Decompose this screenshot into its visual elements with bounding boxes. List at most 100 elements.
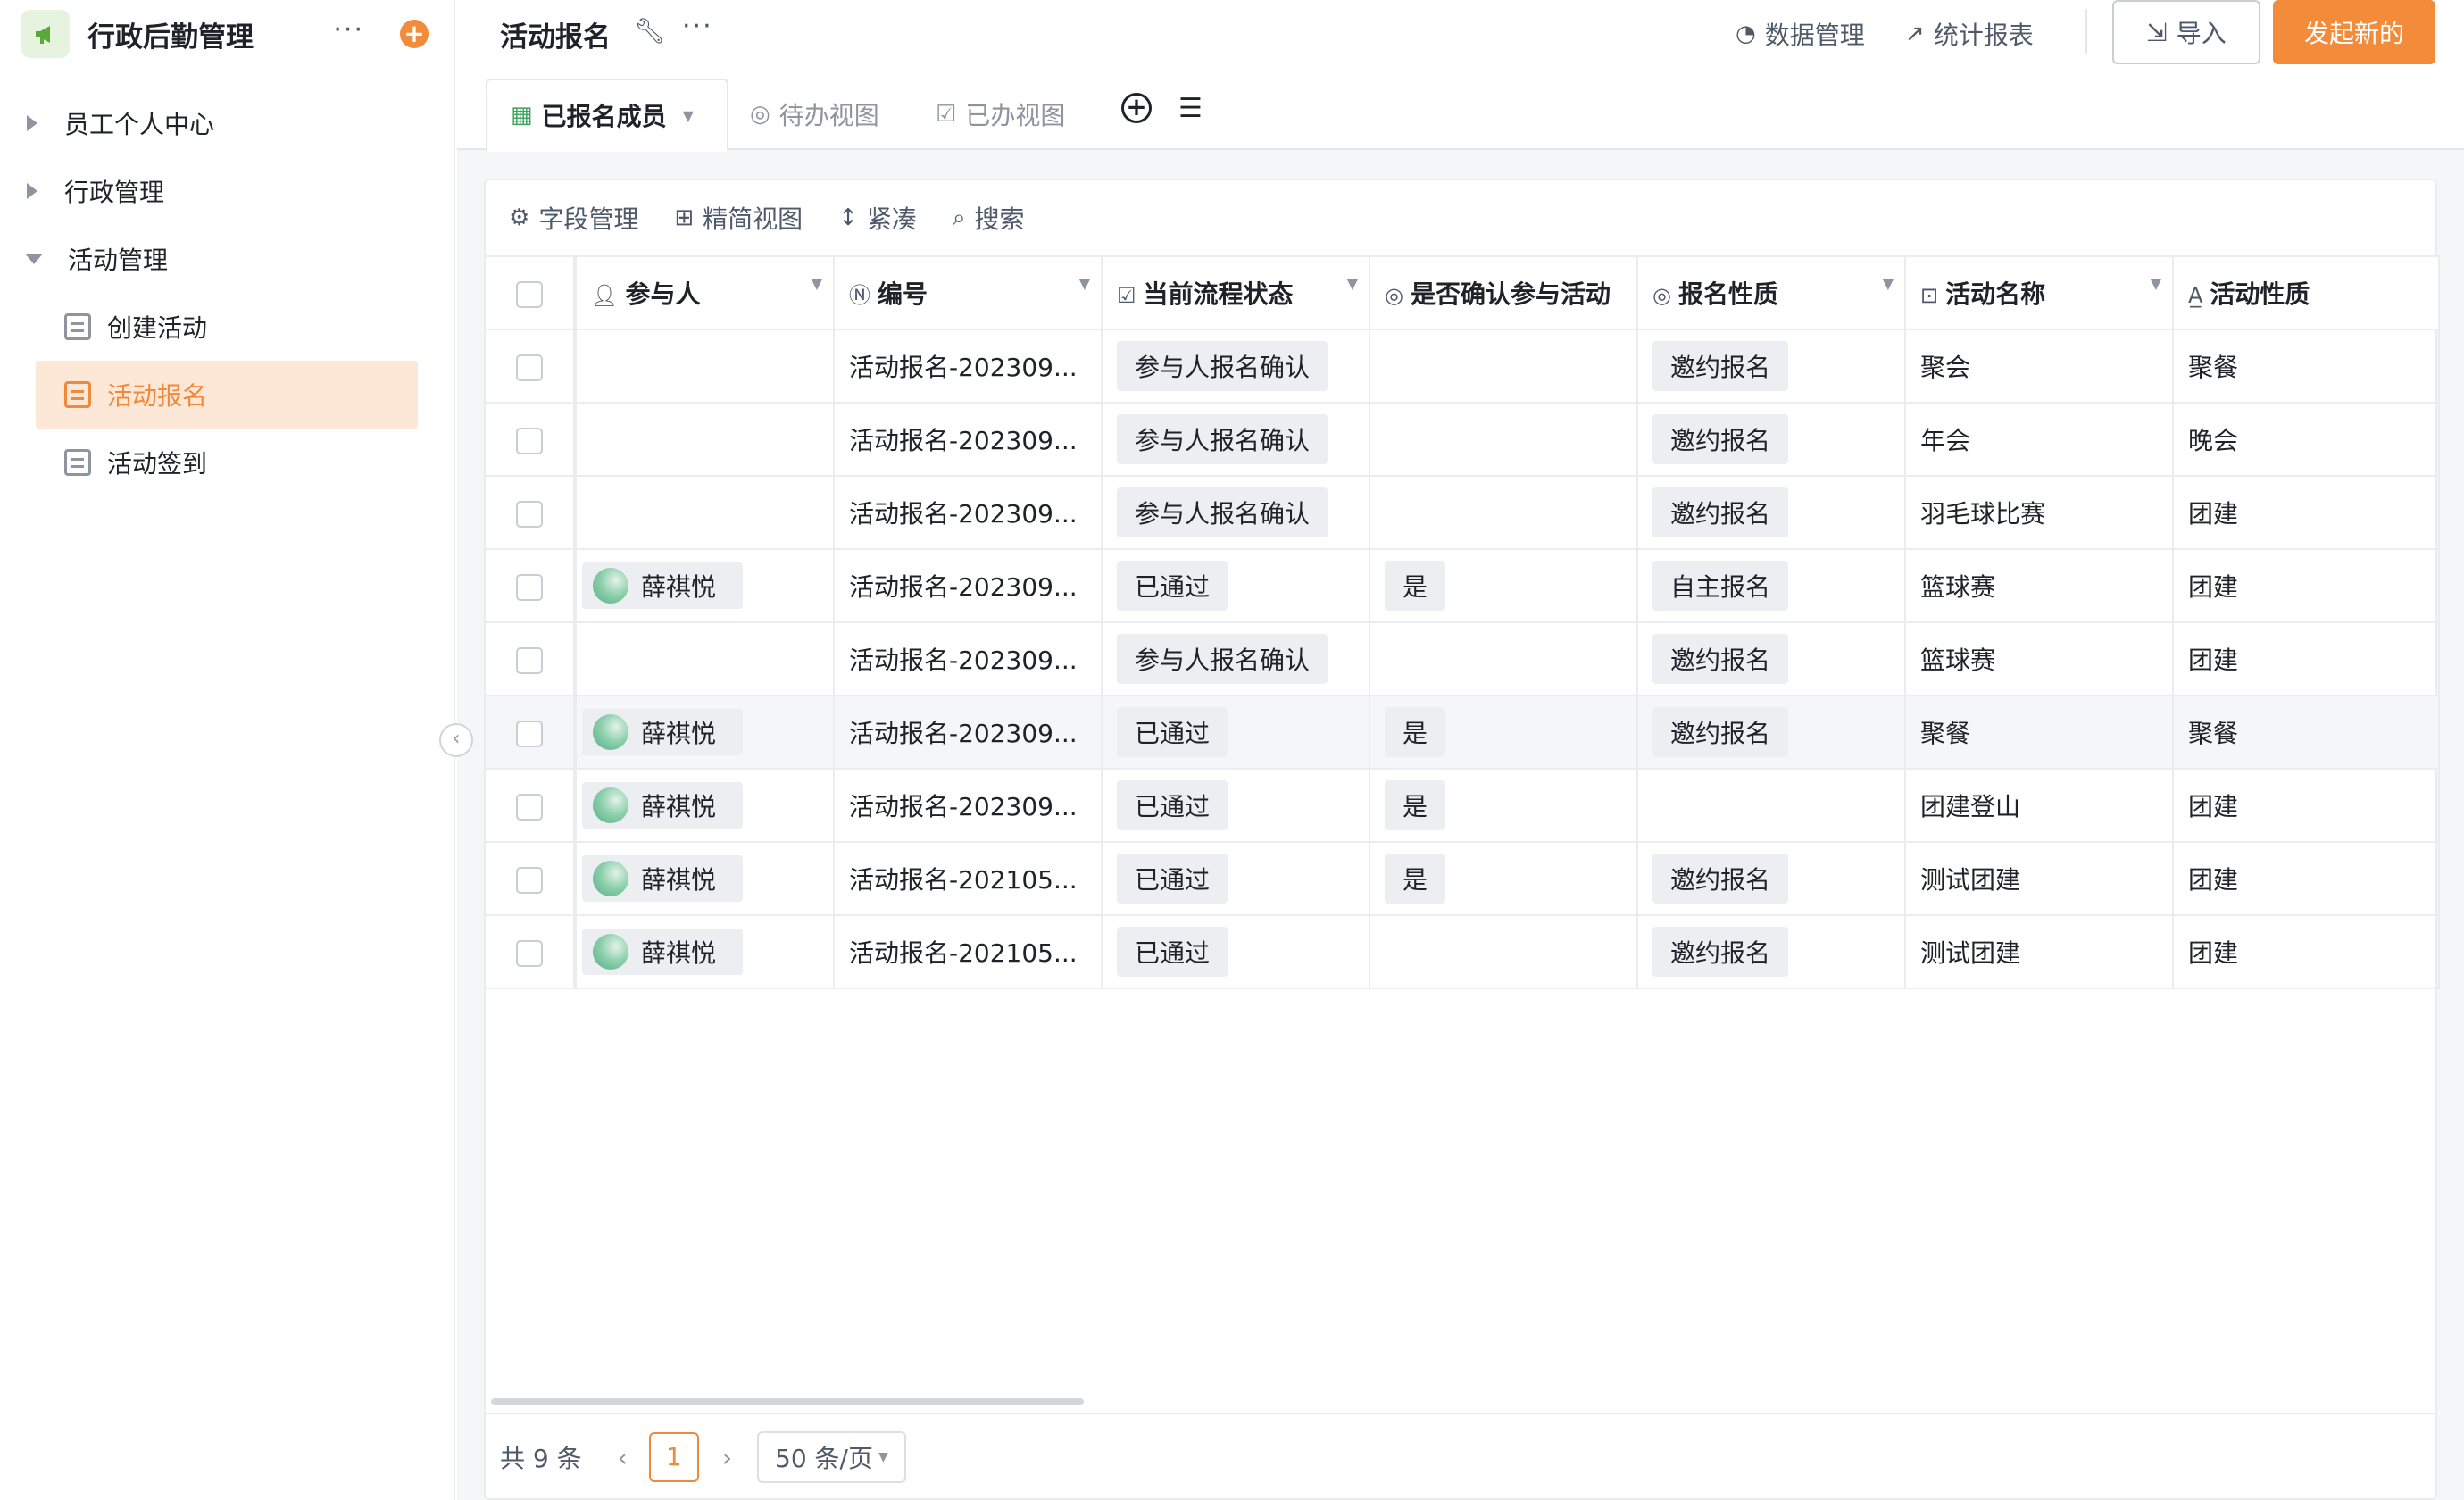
column-header-activity-name[interactable]: ⊡ 活动名称 ▼ [1905,255,2174,330]
cell-participant[interactable] [575,622,835,696]
field-manage-button[interactable]: ⚙ 字段管理 [509,200,638,236]
select-all-checkbox[interactable] [516,280,543,308]
tab-done-view[interactable]: ☑ 已办视图 [936,79,1065,150]
compact-button[interactable]: ↕ 紧凑 [838,200,917,236]
sidebar-item-admin[interactable]: 行政管理 [0,157,454,225]
column-header-participant[interactable]: 👤︎ 参与人 ▼ [575,255,835,330]
cell-confirm[interactable]: 是 [1369,549,1638,623]
cell-status[interactable]: 参与人报名确认 [1102,329,1370,404]
cell-number[interactable]: 活动报名-202309... [834,622,1103,696]
horizontal-scrollbar[interactable] [491,1398,1084,1405]
cell-confirm[interactable] [1369,403,1638,477]
search-button[interactable]: ⌕ 搜索 [953,200,1025,236]
cell-activity-type[interactable]: 团建 [2173,769,2440,843]
cell-signup-nature[interactable] [1637,769,1906,843]
cell-confirm[interactable]: 是 [1369,842,1638,916]
cell-activity-type[interactable]: 团建 [2173,476,2440,550]
cell-participant[interactable] [575,476,835,550]
more-icon[interactable]: ··· [333,14,364,46]
table-row[interactable]: 活动报名-202309... 参与人报名确认 邀约报名 聚会 聚餐 [486,329,2440,404]
cell-status[interactable]: 参与人报名确认 [1102,403,1370,477]
sidebar-item-activity[interactable]: 活动管理 [0,225,454,293]
table-row[interactable]: 薛祺悦 活动报名-202309... 已通过 是 邀约报名 聚餐 聚餐 [486,696,2440,770]
table-row[interactable]: 薛祺悦 活动报名-202309... 已通过 是 团建登山 团建 [486,769,2440,843]
row-checkbox[interactable] [516,939,543,967]
cell-number[interactable]: 活动报名-202105... [834,915,1103,989]
cell-signup-nature[interactable]: 邀约报名 [1637,842,1906,916]
table-row[interactable]: 薛祺悦 活动报名-202309... 已通过 是 自主报名 篮球赛 团建 [486,549,2440,623]
column-header-signup-nature[interactable]: ◎ 报名性质 ▼ [1637,255,1906,330]
table-row[interactable]: 薛祺悦 活动报名-202105... 已通过 邀约报名 测试团建 团建 [486,915,2440,989]
cell-status[interactable]: 已通过 [1102,696,1370,770]
cell-participant[interactable]: 薛祺悦 [575,549,835,623]
cell-status[interactable]: 参与人报名确认 [1102,476,1370,550]
cell-participant[interactable]: 薛祺悦 [575,915,835,989]
cell-signup-nature[interactable]: 邀约报名 [1637,696,1906,770]
cell-activity-type[interactable]: 晚会 [2173,403,2440,477]
cell-confirm[interactable] [1369,622,1638,696]
tab-signed-members[interactable]: ▦ 已报名成员 ▼ [486,79,728,152]
cell-activity-name[interactable]: 年会 [1905,403,2174,477]
cell-number[interactable]: 活动报名-202309... [834,329,1103,404]
sidebar-item-activity-signup[interactable]: 活动报名 [36,361,418,429]
cell-signup-nature[interactable]: 邀约报名 [1637,915,1906,989]
cell-activity-type[interactable]: 聚餐 [2173,329,2440,404]
sidebar-item-create-activity[interactable]: 创建活动 [36,293,418,361]
cell-signup-nature[interactable]: 邀约报名 [1637,403,1906,477]
sidebar-item-employee-center[interactable]: 员工个人中心 [0,89,454,157]
cell-activity-type[interactable]: 团建 [2173,622,2440,696]
cell-signup-nature[interactable]: 邀约报名 [1637,622,1906,696]
cell-participant[interactable] [575,403,835,477]
data-manage-button[interactable]: ◔ 数据管理 [1736,16,1865,52]
tab-todo-view[interactable]: ◎ 待办视图 [750,79,879,150]
wrench-icon[interactable]: 🔧︎ [634,16,666,46]
cell-signup-nature[interactable]: 邀约报名 [1637,476,1906,550]
row-checkbox[interactable] [516,500,543,528]
chevron-down-icon[interactable]: ▼ [1883,275,1894,292]
cell-activity-type[interactable]: 团建 [2173,549,2440,623]
table-row[interactable]: 薛祺悦 活动报名-202105... 已通过 是 邀约报名 测试团建 团建 [486,842,2440,916]
cell-participant[interactable]: 薛祺悦 [575,842,835,916]
cell-confirm[interactable] [1369,329,1638,404]
cell-activity-name[interactable]: 测试团建 [1905,842,2174,916]
row-checkbox[interactable] [516,573,543,601]
table-row[interactable]: 活动报名-202309... 参与人报名确认 邀约报名 篮球赛 团建 [486,622,2440,696]
cell-number[interactable]: 活动报名-202309... [834,696,1103,770]
cell-signup-nature[interactable]: 自主报名 [1637,549,1906,623]
table-row[interactable]: 活动报名-202309... 参与人报名确认 邀约报名 年会 晚会 [486,403,2440,477]
cell-participant[interactable]: 薛祺悦 [575,696,835,770]
cell-confirm[interactable] [1369,915,1638,989]
cell-number[interactable]: 活动报名-202309... [834,549,1103,623]
cell-activity-name[interactable]: 篮球赛 [1905,549,2174,623]
cell-activity-type[interactable]: 团建 [2173,842,2440,916]
cell-signup-nature[interactable]: 邀约报名 [1637,329,1906,404]
cell-activity-name[interactable]: 聚会 [1905,329,2174,404]
cell-activity-type[interactable]: 聚餐 [2173,696,2440,770]
simple-view-button[interactable]: ⊞ 精简视图 [674,200,803,236]
cell-status[interactable]: 已通过 [1102,915,1370,989]
chevron-down-icon[interactable]: ▼ [1347,275,1358,292]
cell-number[interactable]: 活动报名-202309... [834,769,1103,843]
row-checkbox[interactable] [516,427,543,454]
list-icon[interactable]: ☰ [1178,93,1203,124]
row-checkbox[interactable] [516,866,543,894]
cell-status[interactable]: 已通过 [1102,842,1370,916]
table-row[interactable]: 活动报名-202309... 参与人报名确认 邀约报名 羽毛球比赛 团建 [486,476,2440,550]
page-size-select[interactable]: 50 条/页 ▼ [757,1431,906,1483]
chevron-right-icon[interactable]: › [722,1443,732,1472]
chevron-down-icon[interactable]: ▼ [812,275,822,292]
sidebar-item-activity-checkin[interactable]: 活动签到 [36,429,418,496]
cell-status[interactable]: 已通过 [1102,769,1370,843]
cell-confirm[interactable]: 是 [1369,696,1638,770]
cell-status[interactable]: 参与人报名确认 [1102,622,1370,696]
import-button[interactable]: ⇲ 导入 [2112,0,2260,64]
cell-activity-name[interactable]: 团建登山 [1905,769,2174,843]
page-number[interactable]: 1 [648,1432,699,1482]
cell-activity-name[interactable]: 篮球赛 [1905,622,2174,696]
column-header-confirm[interactable]: ◎ 是否确认参与活动 [1369,255,1638,330]
row-checkbox[interactable] [516,793,543,821]
new-submission-button[interactable]: 发起新的 [2273,0,2435,64]
cell-confirm[interactable] [1369,476,1638,550]
cell-participant[interactable]: 薛祺悦 [575,769,835,843]
cell-confirm[interactable]: 是 [1369,769,1638,843]
